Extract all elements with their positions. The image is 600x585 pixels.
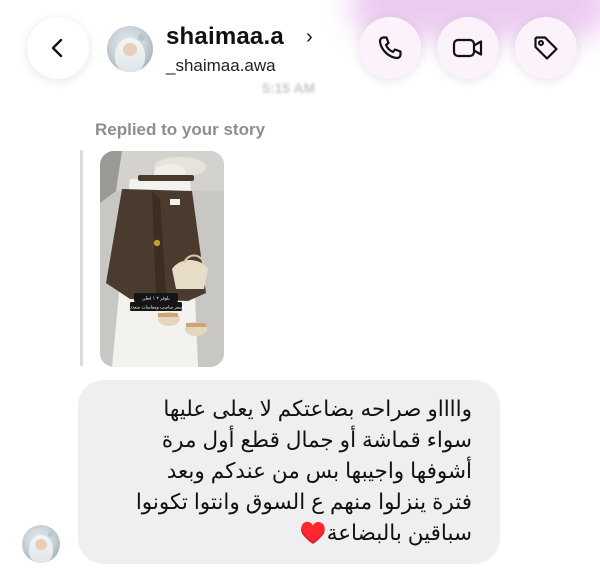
back-button[interactable]: [27, 17, 89, 79]
reply-indicator-bar: [80, 150, 83, 366]
message-line: سباقين بالبضاعة: [326, 521, 472, 545]
video-camera-icon: [452, 38, 483, 58]
timestamp: 5:15 AM: [262, 80, 316, 96]
message-line-last: سباقين بالبضاعة♥️: [82, 518, 472, 549]
message-line: وااااو صراحه بضاعتكم لا يعلى عليها: [163, 397, 472, 421]
story-reply-label: Replied to your story: [95, 120, 266, 139]
dm-thread-screen: shaimaa.a › _shaimaa.awa 5:15 AM Replied…: [0, 0, 600, 585]
story-caption-1: بلوفر ٢ ١ قطن: [142, 297, 169, 302]
phone-icon: [378, 36, 402, 60]
chevron-left-icon: [51, 38, 63, 58]
tag-icon: [534, 36, 558, 60]
audio-call-button[interactable]: [359, 17, 421, 79]
profile-avatar[interactable]: [107, 26, 153, 72]
message-bubble[interactable]: وااااو صراحه بضاعتكم لا يعلى عليها سواء …: [78, 380, 500, 564]
user-handle[interactable]: _shaimaa.awa: [166, 56, 276, 76]
story-thumbnail[interactable]: بلوفر ٢ ١ قطن بسعر مناسب ومقاسات متعددة: [100, 151, 224, 367]
message-line: فترة ينزلوا منهم ع السوق وانتوا تكونوا: [135, 490, 472, 514]
username[interactable]: shaimaa.a: [166, 23, 284, 51]
message-line: أشوفها واجيبها بس من عندكم وبعد: [166, 459, 472, 483]
heart-emoji-icon: ♥️: [299, 521, 327, 545]
chevron-right-icon[interactable]: ›: [306, 26, 313, 49]
story-caption-2: بسعر مناسب ومقاسات متعددة: [128, 306, 184, 311]
video-call-button[interactable]: [437, 17, 499, 79]
message-text: وااااو صراحه بضاعتكم لا يعلى عليها سواء …: [82, 394, 472, 549]
tag-button[interactable]: [515, 17, 577, 79]
sender-avatar[interactable]: [22, 525, 60, 563]
message-line: سواء قماشة أو جمال قطع أول مرة: [161, 428, 472, 452]
